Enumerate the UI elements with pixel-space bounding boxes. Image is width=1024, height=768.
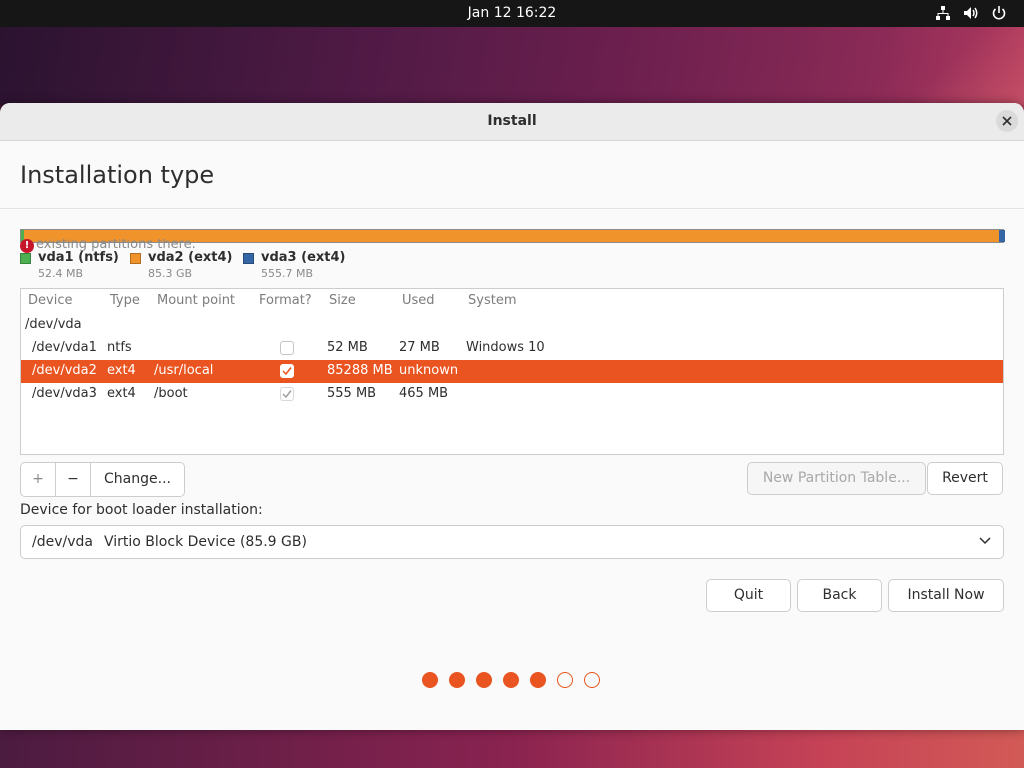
cell-type: ext4: [107, 363, 136, 378]
table-row[interactable]: /dev/vda1 ntfs 52 MB 27 MB Windows 10: [21, 337, 1003, 360]
progress-dot: [557, 672, 573, 688]
legend-size: 555.7 MB: [261, 267, 314, 280]
column-header-mount[interactable]: Mount point: [157, 293, 235, 308]
table-header: Device Type Mount point Format? Size Use…: [21, 289, 1003, 313]
cell-size: 52 MB: [327, 340, 368, 355]
column-header-system[interactable]: System: [468, 293, 516, 308]
cell-system: Windows 10: [466, 340, 545, 355]
progress-dot: [503, 672, 519, 688]
cell-size: 85288 MB: [327, 363, 393, 378]
progress-dot: [584, 672, 600, 688]
wallpaper-bottom: [0, 730, 1024, 768]
legend-size: 52.4 MB: [38, 267, 84, 280]
progress-dot: [449, 672, 465, 688]
format-checkbox[interactable]: [280, 364, 294, 378]
cell-mount: /usr/local: [154, 363, 214, 378]
legend-swatch: [243, 253, 254, 264]
bootloader-label: Device for boot loader installation:: [20, 502, 263, 518]
column-header-used[interactable]: Used: [402, 293, 435, 308]
new-partition-table-button[interactable]: New Partition Table...: [747, 462, 926, 495]
legend-size: 85.3 GB: [148, 267, 193, 280]
legend-swatch: [130, 253, 141, 264]
quit-button[interactable]: Quit: [706, 579, 791, 612]
cell-type: ntfs: [107, 340, 132, 355]
format-checkbox[interactable]: [280, 387, 294, 401]
column-header-format[interactable]: Format?: [259, 293, 312, 308]
bootloader-description: Virtio Block Device (85.9 GB): [104, 534, 307, 550]
column-header-size[interactable]: Size: [329, 293, 356, 308]
cell-type: ext4: [107, 386, 136, 401]
progress-dot: [476, 672, 492, 688]
volume-icon[interactable]: [962, 4, 980, 22]
install-now-button[interactable]: Install Now: [888, 579, 1004, 612]
system-tray[interactable]: [934, 4, 1008, 22]
table-row-disk[interactable]: /dev/vda: [21, 314, 1003, 337]
close-button[interactable]: [996, 110, 1018, 132]
title-bar[interactable]: Install: [0, 103, 1024, 141]
partition-table[interactable]: Device Type Mount point Format? Size Use…: [20, 288, 1004, 455]
change-partition-button[interactable]: Change...: [91, 463, 184, 496]
close-icon: [1002, 116, 1012, 126]
format-checkbox[interactable]: [280, 341, 294, 355]
installer-window: Install Installation type ! existing par…: [0, 103, 1024, 730]
cell-device: /dev/vda1: [32, 340, 97, 355]
legend-label: vda1 (ntfs): [38, 250, 119, 265]
page-title: Installation type: [20, 161, 215, 189]
partition-toolbar: + − Change...: [20, 462, 185, 497]
add-partition-button[interactable]: +: [21, 463, 56, 496]
cell-size: 555 MB: [327, 386, 377, 401]
cell-device: /dev/vda2: [32, 363, 97, 378]
revert-button[interactable]: Revert: [927, 462, 1003, 495]
bootloader-device: /dev/vda: [32, 534, 93, 550]
cell-used: unknown: [399, 363, 459, 378]
progress-dots: [422, 672, 600, 688]
power-icon[interactable]: [990, 4, 1008, 22]
chevron-down-icon: [979, 537, 991, 545]
divider: [0, 208, 1024, 209]
network-icon[interactable]: [934, 4, 952, 22]
bootloader-device-select[interactable]: /dev/vda Virtio Block Device (85.9 GB): [20, 525, 1004, 559]
cell-used: 465 MB: [399, 386, 449, 401]
wallpaper-top: [0, 27, 1024, 105]
progress-dot: [530, 672, 546, 688]
progress-dot: [422, 672, 438, 688]
remove-partition-button[interactable]: −: [56, 463, 91, 496]
cell-mount: /boot: [154, 386, 188, 401]
partition-legend: vda1 (ntfs) 52.4 MB vda2 (ext4) 85.3 GB …: [20, 250, 1004, 284]
checkmark-icon: [282, 390, 292, 399]
legend-swatch: [20, 253, 31, 264]
legend-label: vda3 (ext4): [261, 250, 346, 265]
window-title: Install: [487, 113, 537, 129]
top-bar: Jan 12 16:22: [0, 0, 1024, 27]
checkmark-icon: [282, 367, 292, 376]
table-row[interactable]: /dev/vda2 ext4 /usr/local 85288 MB unkno…: [21, 360, 1003, 383]
back-button[interactable]: Back: [797, 579, 882, 612]
cell-used: 27 MB: [399, 340, 440, 355]
legend-label: vda2 (ext4): [148, 250, 233, 265]
disk-name: /dev/vda: [25, 317, 82, 332]
column-header-device[interactable]: Device: [28, 293, 72, 308]
clock[interactable]: Jan 12 16:22: [0, 0, 1024, 27]
column-header-type[interactable]: Type: [110, 293, 140, 308]
table-row[interactable]: /dev/vda3 ext4 /boot 555 MB 465 MB: [21, 383, 1003, 406]
cell-device: /dev/vda3: [32, 386, 97, 401]
